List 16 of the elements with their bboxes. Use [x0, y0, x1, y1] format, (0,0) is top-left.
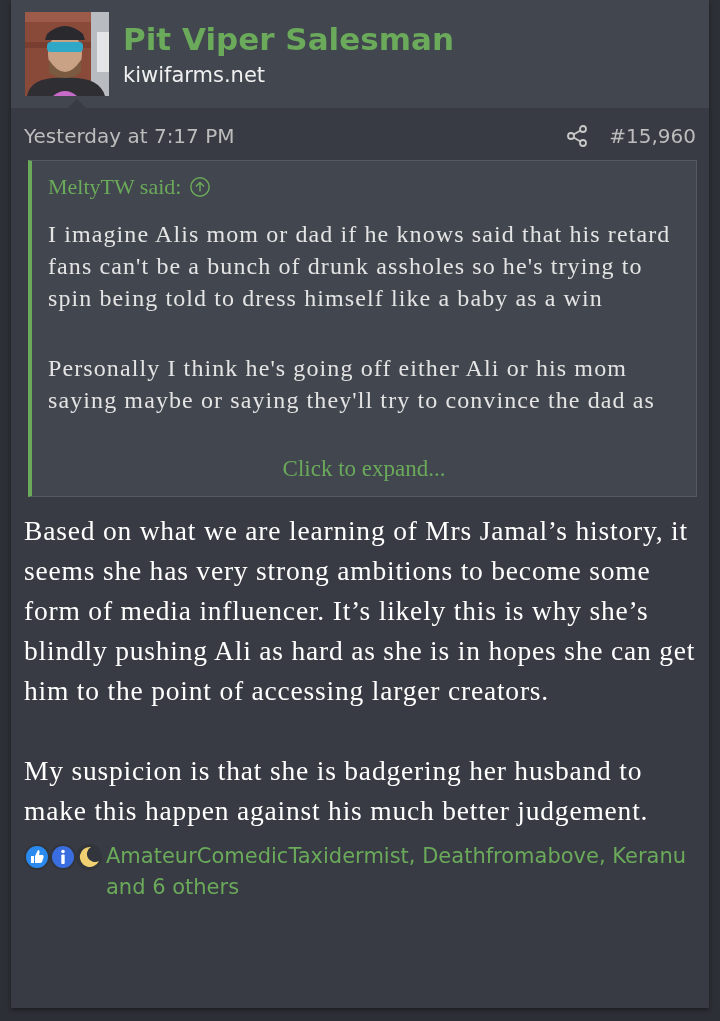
post-number-link[interactable]: #15,960	[609, 124, 696, 148]
post-text: My suspicion is that she is badgering her husband to make this happen against his much better judgement.	[24, 754, 650, 828]
quote-text: I imagine Alis mom or dad if he knows said that his retard fans can't be a bunch of drunk assholes so he's trying to spin being told to dress himself like a baby as a win	[48, 220, 672, 313]
thumbs-up-icon[interactable]	[24, 844, 50, 870]
post-date-link[interactable]: Yesterday at 7:17 PM	[24, 124, 235, 148]
expand-link[interactable]: Click to expand...	[282, 456, 446, 482]
info-icon[interactable]	[50, 844, 76, 870]
reaction-list-link[interactable]: AmateurComedicTaxidermist, Deathfromabove, Keranu and 6 others	[106, 841, 696, 903]
jump-up-icon[interactable]	[189, 176, 212, 198]
post-text: Based on what we are learning of Mrs Jamal’s history, it seems she has very strong ambitions to become some form of media influencer. It’s likely this is why she’s blindly pushing Ali as hard as she is in hopes she can get him to the point of accessing larger creators.	[24, 514, 696, 708]
share-icon[interactable]	[565, 124, 590, 148]
moon-icon[interactable]	[76, 844, 102, 870]
quote-author-link[interactable]: MeltyTW said:	[48, 174, 182, 200]
quote-text: Personally I think he's going off either Ali or his mom saying maybe or saying they'll try to convince the dad as	[48, 354, 656, 415]
user-title: kiwifarms.net	[123, 63, 267, 87]
username-link[interactable]: Pit Viper Salesman	[123, 21, 454, 57]
